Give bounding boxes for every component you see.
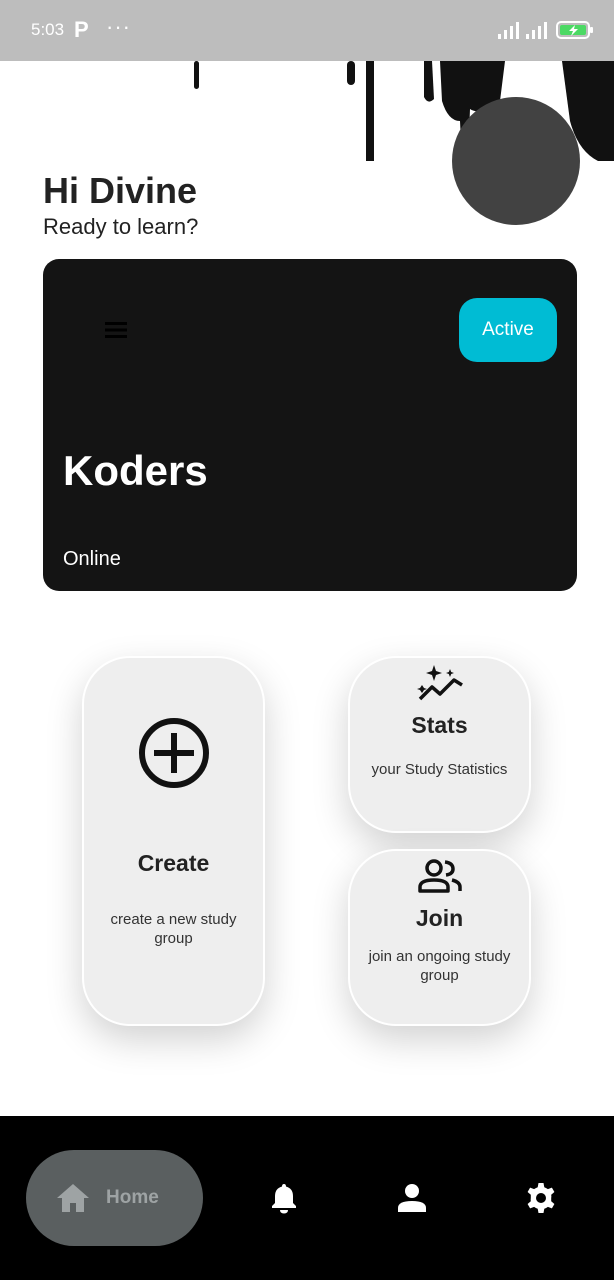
study-group-card[interactable]: Active Koders Online xyxy=(43,259,577,591)
group-icon xyxy=(417,859,462,893)
more-notifications-icon: ··· xyxy=(106,14,131,39)
home-icon xyxy=(57,1184,89,1212)
menu-icon[interactable] xyxy=(105,321,127,339)
nav-home-button[interactable]: Home xyxy=(26,1150,203,1246)
join-group-button[interactable]: Join join an ongoing study group xyxy=(348,849,531,1026)
bottom-navigation: Home xyxy=(0,1116,614,1280)
join-description: join an ongoing study group xyxy=(368,948,511,984)
create-description: create a new study group xyxy=(110,911,237,947)
greeting-subtitle: Ready to learn? xyxy=(43,214,199,239)
insights-icon xyxy=(416,665,463,701)
group-name: Koders xyxy=(63,447,208,494)
battery-icon xyxy=(556,21,593,39)
stats-title: Stats xyxy=(411,712,468,738)
status-badge[interactable]: Active xyxy=(459,298,557,362)
person-icon[interactable] xyxy=(396,1182,428,1214)
join-title: Join xyxy=(415,905,464,931)
stats-button[interactable]: Stats your Study Statistics xyxy=(348,656,531,833)
signal-icon xyxy=(498,22,519,39)
status-bar: 5:03 P ··· xyxy=(0,0,614,61)
add-circle-icon xyxy=(138,718,209,788)
greeting-title: Hi Divine xyxy=(43,170,198,211)
avatar[interactable] xyxy=(452,97,580,225)
group-status: Online xyxy=(63,548,121,570)
gear-icon[interactable] xyxy=(525,1182,557,1214)
create-title: Create xyxy=(137,850,210,876)
nav-home-label: Home xyxy=(106,1187,159,1208)
create-group-button[interactable]: Create create a new study group xyxy=(82,656,265,1026)
app-notification-icon: P xyxy=(74,17,89,42)
status-time: 5:03 xyxy=(31,20,65,39)
bell-icon[interactable] xyxy=(268,1182,300,1214)
stats-description: your Study Statistics xyxy=(371,761,508,778)
signal-icon xyxy=(526,22,547,39)
